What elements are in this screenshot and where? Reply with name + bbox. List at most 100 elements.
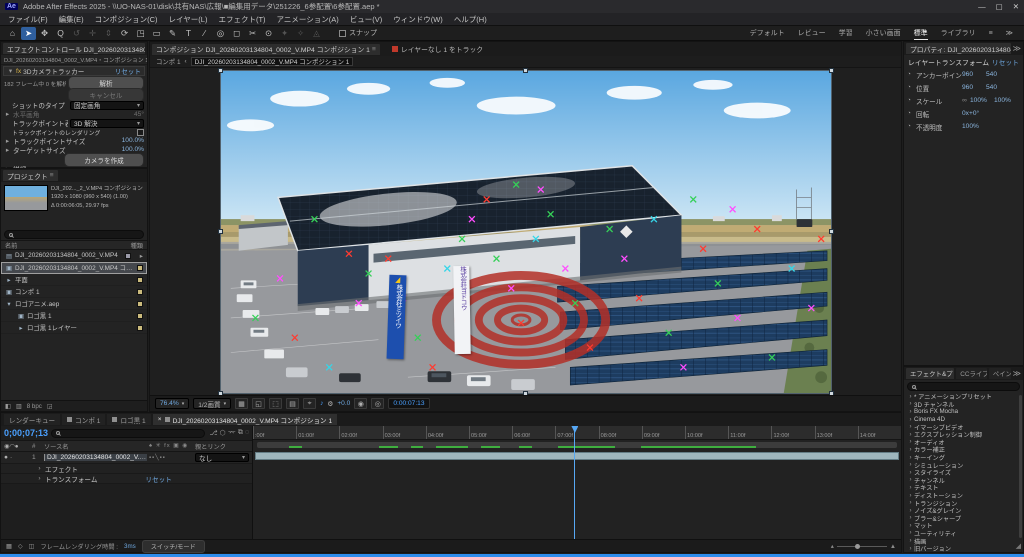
effects-category[interactable]: › 旧バージョン (904, 545, 1023, 553)
property-value[interactable]: 960 (962, 71, 986, 78)
property-value[interactable]: 0x+0° (962, 110, 986, 117)
property-value[interactable]: 540 (986, 84, 1010, 91)
menu-item[interactable]: アニメーション(A) (277, 14, 339, 25)
workspace-overflow-icon[interactable]: ≫ (1006, 29, 1013, 37)
clone-stamp-tool[interactable]: ◎ (213, 27, 228, 40)
people-tool-3[interactable]: ◬ (309, 27, 324, 40)
mask-visibility-icon[interactable]: ◱ (252, 398, 265, 409)
puppet-pin-tool[interactable]: ⊙ (261, 27, 276, 40)
transform-reset-link[interactable]: リセット (145, 474, 171, 484)
render-track-points-checkbox[interactable] (137, 129, 144, 136)
stopwatch-icon[interactable]: ◔ (907, 71, 916, 78)
workspace-tab[interactable]: 学習 (839, 27, 853, 40)
chevron-right-icon[interactable]: › (907, 439, 914, 445)
effects-category[interactable]: › シミュレーション (904, 461, 1023, 469)
project-item[interactable]: ▸ ロゴ黒 1レイヤー (1, 322, 147, 334)
link-icon[interactable]: ∞ (962, 97, 970, 104)
gear-icon[interactable]: ⚙ (327, 400, 333, 408)
tab-effect-controls[interactable]: エフェクトコントロール DJI_20260203134804_0002_V.MP… (3, 43, 145, 54)
project-bit-depth[interactable]: 8 bpc (27, 403, 42, 410)
chevron-right-icon[interactable]: › (907, 462, 914, 468)
transform-reset-link[interactable]: リセット (992, 57, 1019, 67)
menu-item[interactable]: 編集(E) (59, 14, 84, 25)
effects-category[interactable]: › カラー補正 (904, 446, 1023, 454)
resolution-dropdown[interactable]: 1/2画質▾ (193, 398, 231, 409)
effects-category[interactable]: › 描画 (904, 537, 1023, 545)
property-value[interactable]: 100% (994, 97, 1018, 104)
close-button[interactable]: ✕ (1013, 2, 1019, 11)
snapshot-icon[interactable]: ◉ (354, 398, 367, 409)
label-chip[interactable] (137, 277, 143, 283)
zoom-slider-knob[interactable] (855, 544, 860, 549)
chevron-right-icon[interactable]: › (907, 538, 914, 544)
timeline-tab[interactable]: レンダーキュー (4, 414, 60, 425)
expand-icon[interactable]: ▸ (4, 137, 11, 145)
composition-image[interactable]: 株式会社ミツイワ 株式会社ヨドコウ (221, 71, 831, 393)
tab-cc-libraries[interactable]: CCライブラリ (956, 368, 986, 379)
switch-mode-button[interactable]: スイッチ/モード (142, 540, 205, 553)
effects-category[interactable]: › テキスト (904, 484, 1023, 492)
timeline-tab[interactable]: ロゴ黒 1 (107, 414, 150, 425)
shot-type-dropdown[interactable]: 固定画角▾ (70, 101, 144, 110)
panel-overflow-icon[interactable]: ≫ (1013, 44, 1021, 53)
label-chip[interactable] (137, 265, 143, 271)
expand-icon[interactable]: ▸ (4, 146, 11, 154)
motion-blur-icon[interactable]: ◌ (245, 429, 249, 437)
chevron-right-icon[interactable]: › (907, 455, 914, 461)
chevron-right-icon[interactable]: › (36, 465, 43, 472)
chevron-right-icon[interactable]: › (907, 401, 914, 407)
track-point-display-dropdown[interactable]: 3D 解決▾ (70, 119, 144, 128)
project-item[interactable]: ▸ 平面 (1, 274, 147, 286)
chevron-right-icon[interactable]: › (907, 477, 914, 483)
chevron-right-icon[interactable]: › (907, 515, 914, 521)
close-tab-icon[interactable]: × (158, 416, 162, 423)
property-value[interactable]: 540 (986, 71, 1010, 78)
zoom-out-icon[interactable]: ▴ (831, 543, 834, 550)
stopwatch-icon[interactable]: ◔ (907, 84, 916, 91)
maximize-button[interactable]: ▢ (996, 2, 1003, 11)
chevron-right-icon[interactable]: › (907, 493, 914, 499)
workspace-tab[interactable]: レビュー (798, 27, 826, 40)
chevron-right-icon[interactable]: › (907, 394, 914, 400)
effects-category[interactable]: › * アニメーションプリセット (904, 393, 1023, 401)
menu-item[interactable]: ビュー(V) (350, 14, 383, 25)
roto-brush-tool[interactable]: ✂ (245, 27, 260, 40)
stopwatch-icon[interactable]: ◔ (907, 123, 916, 130)
menu-item[interactable]: エフェクト(T) (218, 14, 265, 25)
layer-handle-mr[interactable] (829, 229, 834, 234)
project-search-input[interactable] (4, 230, 144, 239)
layer-row[interactable]: ●· 1 DJI_20260203134804_0002_V.MP4 ▪▪╲▪▪… (1, 452, 252, 464)
eye-icon[interactable]: ● (4, 454, 8, 461)
effects-group-row[interactable]: › エフェクト (1, 464, 252, 474)
layer-duration-bar[interactable] (255, 452, 899, 460)
workspace-tab[interactable]: デフォルト (750, 27, 785, 40)
workspace-tab[interactable]: 標準 (914, 27, 928, 40)
stopwatch-icon[interactable]: ◔ (907, 110, 916, 117)
menu-item[interactable]: ファイル(F) (8, 14, 48, 25)
chevron-right-icon[interactable]: › (907, 432, 914, 438)
expand-icon[interactable]: ▸ (4, 110, 11, 118)
layer-handle-tr[interactable] (829, 68, 834, 73)
chevron-right-icon[interactable]: › (36, 475, 43, 482)
grid-guides-icon[interactable]: ▦ (235, 398, 248, 409)
effects-category[interactable]: › エクスプレッション制御 (904, 431, 1023, 439)
effect-reset-link[interactable]: リセット (115, 66, 141, 76)
effects-category[interactable]: › Boris FX Mocha (904, 408, 1023, 416)
project-item[interactable]: ▣ DJI_20260203134804_0002_V.MP4 コンポジション … (1, 262, 147, 274)
hand-tool[interactable]: ✥ (37, 27, 52, 40)
project-item[interactable]: ▾ ロゴアニメ.aep (1, 298, 147, 310)
layer-name[interactable]: DJI_20260203134804_0002_V.MP4 (44, 454, 147, 461)
viewer-canvas[interactable]: 株式会社ミツイワ 株式会社ヨドコウ (150, 68, 901, 395)
timeline-zoom-slider[interactable]: ▴ ▲ (831, 543, 896, 550)
pan-behind-tool[interactable]: ◳ (133, 27, 148, 40)
property-value[interactable]: 100% (970, 97, 994, 104)
transform-group-row[interactable]: › トランスフォーム リセット (1, 474, 252, 484)
effects-category[interactable]: › イマーシブビデオ (904, 423, 1023, 431)
zoom-tool[interactable]: Q (53, 27, 68, 40)
create-camera-button[interactable]: カメラを作成 (64, 153, 144, 167)
chevron-right-icon[interactable]: › (907, 447, 914, 453)
minimize-button[interactable]: — (978, 2, 986, 11)
eraser-tool[interactable]: ◻ (229, 27, 244, 40)
people-tool-1[interactable]: ✦ (277, 27, 292, 40)
frame-blend-icon[interactable]: ⧉ (238, 429, 243, 437)
